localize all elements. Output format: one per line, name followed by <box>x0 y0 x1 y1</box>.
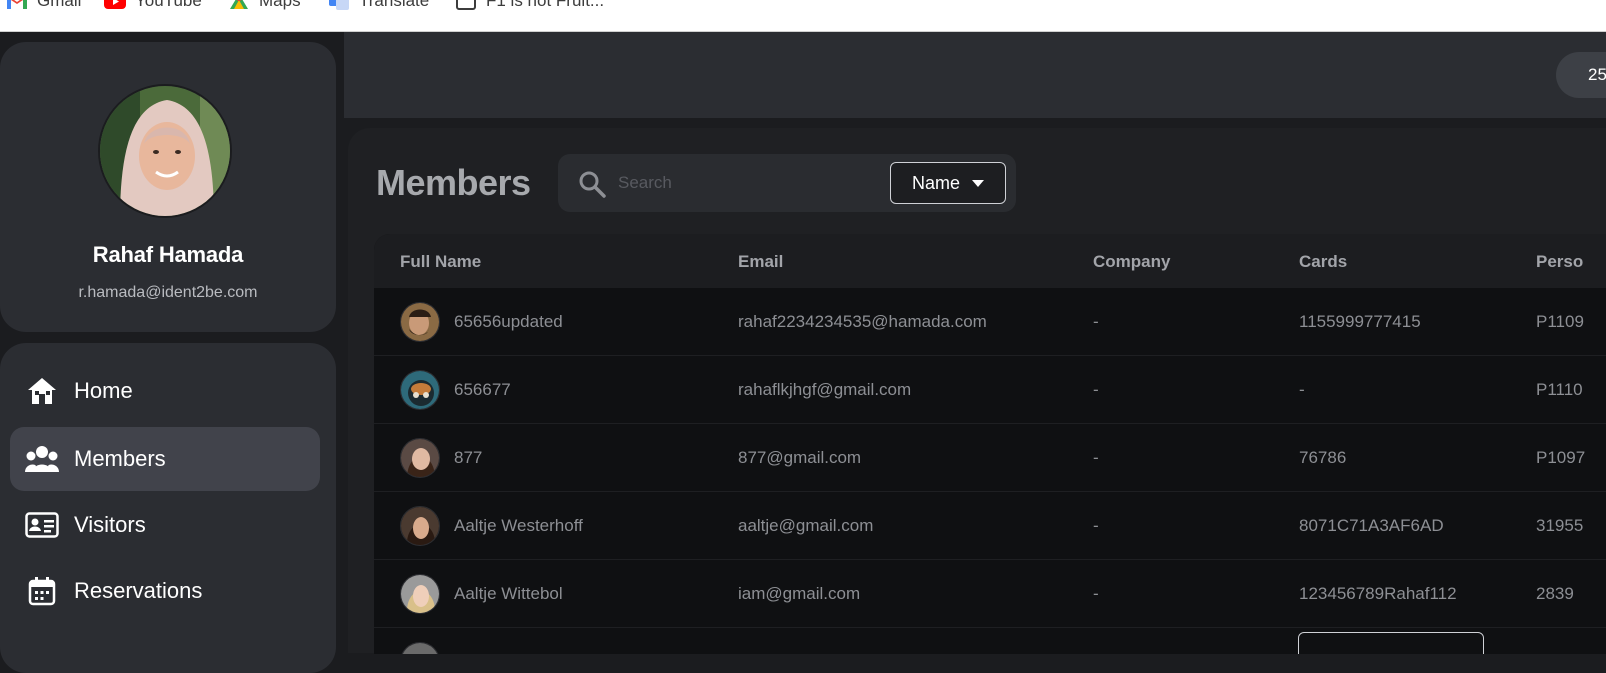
avatar <box>400 574 440 614</box>
bookmark-label: F1 is not Fruit... <box>486 0 605 10</box>
calendar-icon <box>24 575 60 607</box>
page-title: Members <box>376 162 531 203</box>
home-icon <box>24 375 60 407</box>
sidebar: Rahaf Hamada r.hamada@ident2be.com Home … <box>0 32 340 673</box>
members-table: Full Name Email Company Cards Perso 6565… <box>374 234 1606 654</box>
nav-item-label: Visitors <box>74 512 146 537</box>
nav-item-reservations[interactable]: Reservations <box>10 559 320 623</box>
bookmark-label: Translate <box>359 0 430 10</box>
column-header[interactable]: Company <box>1093 252 1170 272</box>
bookmark-translate[interactable]: Translate <box>328 0 429 11</box>
profile-card: Rahaf Hamada r.hamada@ident2be.com <box>0 42 336 332</box>
cell-company: - <box>1093 312 1099 331</box>
cell-person: P1109 <box>1536 312 1584 331</box>
row-action-button[interactable] <box>1298 632 1484 654</box>
members-icon <box>24 443 60 475</box>
members-panel: Members Name Full Name Email Company Car… <box>348 128 1606 654</box>
table-header: Full Name Email Company Cards Perso <box>374 234 1606 288</box>
cell-company: - <box>1093 584 1099 603</box>
cell-cards: 123456789Rahaf112 <box>1299 584 1457 603</box>
nav-item-label: Home <box>74 378 133 403</box>
table-row[interactable]: Aaltje Westerhoff aaltje@gmail.com - 807… <box>374 492 1606 560</box>
column-header[interactable]: Email <box>738 252 783 272</box>
cell-person: 31955 <box>1536 516 1584 535</box>
avatar <box>400 370 440 410</box>
avatar <box>400 438 440 478</box>
youtube-icon <box>104 0 126 9</box>
cell-full-name: 877 <box>454 448 483 467</box>
cell-cards: - <box>1299 380 1305 399</box>
cell-company: - <box>1093 380 1099 399</box>
bookmark-label: Gmail <box>37 0 82 10</box>
cell-cards: 1155999777415 <box>1299 312 1421 331</box>
cell-full-name: Aaltje Wittebol <box>454 584 563 603</box>
profile-name: Rahaf Hamada <box>92 242 244 267</box>
cell-person: P1097 <box>1536 448 1586 467</box>
profile-avatar[interactable] <box>98 84 232 218</box>
caret-down-icon <box>972 179 984 187</box>
cell-full-name: 65656updated <box>454 312 563 331</box>
id-card-icon <box>24 509 60 541</box>
filter-dropdown-label: Name <box>911 172 960 193</box>
cell-email: rahaf2234234535@hamada.com <box>738 312 987 331</box>
nav-menu: Home Members Visitors Reservations <box>0 343 336 673</box>
table-row[interactable]: 877 877@gmail.com - 76786 P1097 <box>374 424 1606 492</box>
table-row[interactable]: Aaltje Wittebol iam@gmail.com - 12345678… <box>374 560 1606 628</box>
filter-dropdown[interactable]: Name <box>890 162 1006 204</box>
nav-item-label: Reservations <box>74 578 203 603</box>
bookmark-label: YouTube <box>135 0 202 10</box>
search-input[interactable] <box>618 166 868 200</box>
profile-email: r.hamada@ident2be.com <box>78 284 258 301</box>
bookmark-label: Maps <box>259 0 301 10</box>
search-icon <box>579 171 606 198</box>
gmail-icon <box>7 0 27 9</box>
bookmark-page[interactable]: F1 is not Fruit... <box>455 0 604 11</box>
cell-company: - <box>1093 516 1099 535</box>
nav-item-home[interactable]: Home <box>10 359 320 423</box>
table-row[interactable]: 65656updated rahaf2234234535@hamada.com … <box>374 288 1606 356</box>
column-header[interactable]: Perso <box>1536 252 1583 272</box>
bookmarks-bar: Gmail YouTube Maps Translate F1 is not F… <box>0 0 1606 32</box>
search-bar: Name <box>558 154 1016 212</box>
cell-company: - <box>1093 448 1099 467</box>
bookmark-maps[interactable]: Maps <box>228 0 301 11</box>
column-header[interactable]: Cards <box>1299 252 1347 272</box>
cell-person: 2839 <box>1536 584 1574 603</box>
page-icon <box>456 0 476 10</box>
cell-cards: 8071C71A3AF6AD <box>1299 516 1444 535</box>
table-row[interactable] <box>374 628 1606 654</box>
bookmark-youtube[interactable]: YouTube <box>104 0 202 11</box>
cell-email: iam@gmail.com <box>738 584 861 603</box>
cell-full-name: Aaltje Westerhoff <box>454 516 583 535</box>
nav-item-members[interactable]: Members <box>10 427 320 491</box>
header-pill[interactable]: 25 <box>1556 52 1606 98</box>
bookmark-gmail[interactable]: Gmail <box>6 0 81 11</box>
avatar <box>400 642 440 654</box>
cell-email: aaltje@gmail.com <box>738 516 874 535</box>
column-header[interactable]: Full Name <box>400 252 481 272</box>
avatar <box>400 506 440 546</box>
nav-item-visitors[interactable]: Visitors <box>10 493 320 557</box>
table-row[interactable]: 656677 rahaflkjhgf@gmail.com - - P1110 <box>374 356 1606 424</box>
cell-person: P1110 <box>1536 380 1583 399</box>
maps-icon <box>230 0 248 9</box>
translate-icon <box>329 0 349 10</box>
cell-email: 877@gmail.com <box>738 448 862 467</box>
cell-email: rahaflkjhgf@gmail.com <box>738 380 912 399</box>
cell-full-name: 656677 <box>454 380 511 399</box>
avatar <box>400 302 440 342</box>
cell-cards: 76786 <box>1299 448 1347 467</box>
nav-item-label: Members <box>74 446 166 471</box>
top-bar: 25 <box>344 32 1606 118</box>
